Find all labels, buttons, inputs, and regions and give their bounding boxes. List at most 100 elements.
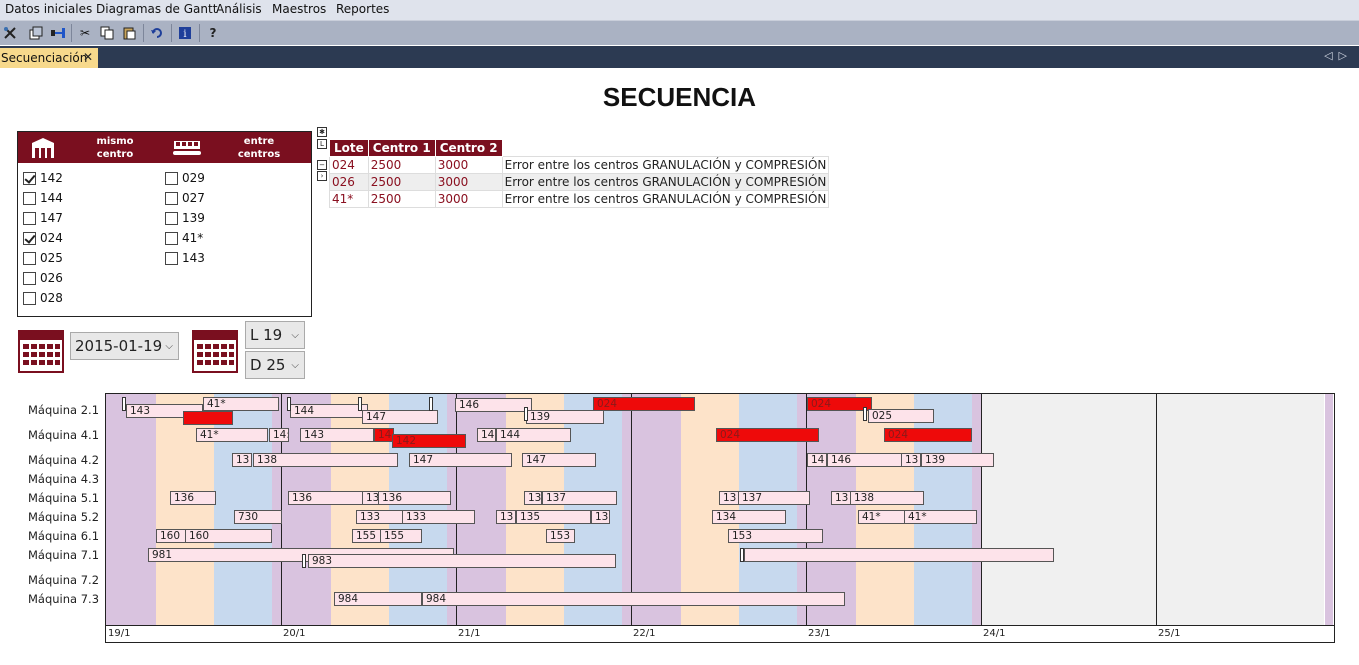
gantt-bar[interactable]: 153 — [728, 529, 823, 543]
gantt-bar[interactable]: 133 — [356, 510, 404, 524]
drag-handle[interactable] — [287, 397, 291, 411]
checkbox[interactable] — [165, 231, 178, 245]
gantt-bar[interactable]: 13 — [496, 510, 516, 524]
table-row[interactable]: 026 2500 3000 Error entre los centros GR… — [329, 173, 830, 191]
gantt-bar[interactable]: 134 — [712, 510, 786, 524]
checkbox[interactable] — [23, 191, 36, 205]
gantt-bar[interactable]: 160 — [185, 529, 272, 543]
windows-icon[interactable] — [27, 24, 45, 42]
gantt-bar[interactable]: 13 — [719, 491, 739, 505]
checkbox[interactable] — [23, 211, 36, 225]
calendar-icon[interactable] — [18, 327, 64, 373]
gantt-bar[interactable]: 024 — [716, 428, 819, 442]
lot-checkbox-025[interactable]: 025 — [23, 251, 63, 265]
gantt-bar[interactable]: 142 — [392, 434, 466, 448]
gantt-bar[interactable]: 137 — [738, 491, 810, 505]
gantt-bar[interactable]: 41* — [858, 510, 906, 524]
gantt-bar[interactable]: 13 — [524, 491, 542, 505]
gantt-bar[interactable]: 024 — [884, 428, 972, 442]
drag-handle[interactable] — [122, 397, 126, 411]
gantt-bar[interactable]: 133 — [402, 510, 475, 524]
lot-checkbox-147[interactable]: 147 — [23, 211, 63, 225]
menu-analisis[interactable]: Análisis — [216, 2, 262, 16]
drag-handle[interactable] — [302, 554, 306, 568]
gantt-bar[interactable]: 146 — [827, 453, 902, 467]
checkbox[interactable] — [23, 251, 36, 265]
col-centro-2[interactable]: Centro 2 — [434, 139, 503, 157]
drag-handle[interactable] — [429, 397, 433, 411]
gantt-bar[interactable] — [183, 411, 233, 425]
cut-icon[interactable]: ✂ — [76, 24, 94, 42]
undo-icon[interactable] — [148, 24, 166, 42]
drag-handle[interactable] — [358, 397, 362, 411]
gantt-bar[interactable]: 13 — [591, 510, 610, 524]
gantt-bar[interactable]: 138 — [253, 453, 398, 467]
tab-secuenciacion[interactable]: Secuenciación ✕ — [0, 48, 98, 68]
menu-maestros[interactable]: Maestros — [272, 2, 326, 16]
lot-checkbox-144[interactable]: 144 — [23, 191, 63, 205]
gantt-bar[interactable]: 13 — [232, 453, 252, 467]
gantt-bar[interactable]: 147 — [362, 410, 438, 424]
lot-checkbox-024[interactable]: 024 — [23, 231, 63, 245]
gantt-bar[interactable]: 14 — [477, 428, 496, 442]
from-day-select[interactable]: L 19 ⌵ — [245, 321, 305, 349]
gantt-bar[interactable]: 144 — [290, 404, 368, 418]
checkbox[interactable] — [165, 191, 178, 205]
checkbox[interactable] — [23, 271, 36, 285]
lot-checkbox-029[interactable]: 029 — [165, 171, 205, 185]
lot-checkbox-028[interactable]: 028 — [23, 291, 63, 305]
checkbox[interactable] — [23, 171, 36, 185]
paste-icon[interactable] — [120, 24, 138, 42]
gantt-bar[interactable]: 984 — [422, 592, 845, 606]
gantt-bar[interactable]: 137 — [542, 491, 617, 505]
gantt-bar[interactable]: 136 — [170, 491, 216, 505]
help-icon[interactable]: ? — [204, 24, 222, 42]
copy-icon[interactable] — [98, 24, 116, 42]
gantt-bar[interactable]: 139 — [526, 410, 604, 424]
gantt-bar[interactable]: 41* — [196, 428, 268, 442]
gantt-bar[interactable]: 147 — [409, 453, 512, 467]
lot-checkbox-139[interactable]: 139 — [165, 211, 205, 225]
col-centro-1[interactable]: Centro 1 — [367, 139, 436, 157]
gantt-bar[interactable]: 14: — [269, 428, 289, 442]
tab-scroll-arrows[interactable]: ◁▷ — [1324, 49, 1353, 62]
gantt-bar[interactable]: 14 — [807, 453, 827, 467]
gantt-bar[interactable]: 13 — [831, 491, 851, 505]
table-row[interactable]: 024 2500 3000 Error entre los centros GR… — [329, 156, 830, 174]
gantt-bar[interactable]: 984 — [334, 592, 422, 606]
gantt-bar[interactable]: 983 — [308, 554, 616, 568]
lot-checkbox-027[interactable]: 027 — [165, 191, 205, 205]
drag-handle[interactable] — [524, 407, 528, 421]
col-lote[interactable]: Lote — [329, 139, 369, 157]
drag-handle[interactable] — [740, 548, 744, 562]
checkbox[interactable] — [165, 211, 178, 225]
pin-icon[interactable] — [49, 24, 67, 42]
menu-datos-iniciales[interactable]: Datos iniciales — [5, 2, 92, 16]
gantt-bar[interactable]: 025 — [868, 409, 934, 423]
gantt-bar[interactable]: 139 — [921, 453, 994, 467]
gantt-bar[interactable]: 41* — [904, 510, 977, 524]
gantt-bar[interactable]: 136 — [378, 491, 451, 505]
menu-diagramas-gantt[interactable]: Diagramas de Gantt — [96, 2, 217, 16]
checkbox[interactable] — [165, 171, 178, 185]
gantt-bar[interactable]: 155 — [380, 529, 422, 543]
gantt-bar[interactable]: 147 — [522, 453, 596, 467]
tools-icon[interactable] — [1, 24, 19, 42]
lot-checkbox-026[interactable]: 026 — [23, 271, 63, 285]
drag-handle[interactable] — [863, 407, 867, 421]
gantt-bar[interactable]: 153 — [546, 529, 575, 543]
to-day-select[interactable]: D 25 ⌵ — [245, 351, 305, 379]
gantt-bar[interactable]: 13 — [901, 453, 921, 467]
close-icon[interactable]: ✕ — [83, 50, 93, 64]
lot-checkbox-41star[interactable]: 41* — [165, 231, 203, 245]
date-select[interactable]: 2015-01-19 ⌵ — [70, 332, 179, 360]
checkbox[interactable] — [23, 231, 36, 245]
table-row[interactable]: 41* 2500 3000 Error entre los centros GR… — [329, 190, 830, 208]
menu-reportes[interactable]: Reportes — [336, 2, 389, 16]
lot-checkbox-142[interactable]: 142 — [23, 171, 63, 185]
lot-checkbox-143[interactable]: 143 — [165, 251, 205, 265]
expand-all-button[interactable]: ✱ — [317, 127, 327, 137]
gantt-bar[interactable]: 024 — [593, 397, 695, 411]
gantt-bar[interactable]: 135 — [516, 510, 591, 524]
gantt-bar[interactable] — [744, 548, 1054, 562]
